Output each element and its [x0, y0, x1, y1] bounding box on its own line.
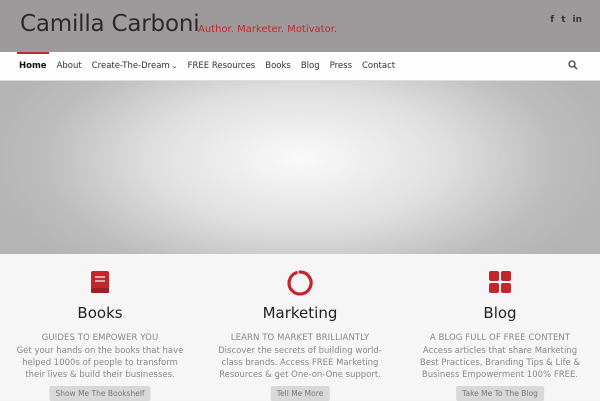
twitter-icon[interactable]: t: [561, 15, 565, 25]
social-links: f t in: [550, 15, 582, 25]
take-me-to-blog-button[interactable]: Take Me To The Blog: [456, 386, 544, 401]
feature-subtitle: GUIDES TO EMPOWER YOU: [41, 333, 159, 343]
feature-subtitle: A BLOG FULL OF FREE CONTENT: [429, 333, 571, 343]
nav-item-blog[interactable]: Blog: [296, 52, 325, 80]
site-title[interactable]: Camilla Carboni: [20, 11, 200, 37]
feature-title: Books: [77, 304, 123, 322]
feature-subtitle: LEARN TO MARKET BRILLIANTLY: [230, 333, 370, 343]
linkedin-icon[interactable]: in: [573, 15, 583, 25]
facebook-icon[interactable]: f: [550, 15, 554, 25]
show-bookshelf-button[interactable]: Show Me The Bookshelf: [49, 386, 151, 401]
feature-description: Access articles that share Marketing Bes…: [419, 346, 581, 380]
feature-description: Get your hands on the books that have he…: [16, 346, 184, 380]
search-icon[interactable]: [568, 60, 578, 70]
features-section: Books GUIDES TO EMPOWER YOU Get your han…: [0, 254, 600, 401]
nav-item-about[interactable]: About: [52, 52, 87, 80]
nav-item-create-the-dream[interactable]: Create-The-Dream ⌄: [87, 52, 183, 80]
hero-banner: [0, 81, 600, 254]
nav-item-free-resources[interactable]: FREE Resources: [183, 52, 261, 80]
chevron-down-icon: ⌄: [171, 62, 178, 70]
nav-item-home[interactable]: Home: [14, 52, 52, 80]
main-navigation: Home About Create-The-Dream ⌄ FREE Resour…: [0, 52, 600, 81]
nav-item-press[interactable]: Press: [325, 52, 357, 80]
feature-title: Blog: [483, 304, 517, 322]
nav-item-books[interactable]: Books: [260, 52, 296, 80]
nav-item-label: Create-The-Dream: [91, 61, 170, 71]
book-icon: [91, 271, 109, 293]
tell-me-more-button[interactable]: Tell Me More: [270, 386, 330, 401]
site-header: Camilla Carboni Author. Marketer. Motiva…: [0, 0, 600, 52]
feature-title: Marketing: [262, 304, 338, 322]
power-circle-icon: [287, 270, 313, 296]
nav-item-contact[interactable]: Contact: [357, 52, 400, 80]
feature-description: Discover the secrets of building world-c…: [218, 346, 382, 380]
grid-icon: [489, 271, 511, 293]
site-tagline: Author. Marketer. Motivator.: [198, 24, 338, 35]
